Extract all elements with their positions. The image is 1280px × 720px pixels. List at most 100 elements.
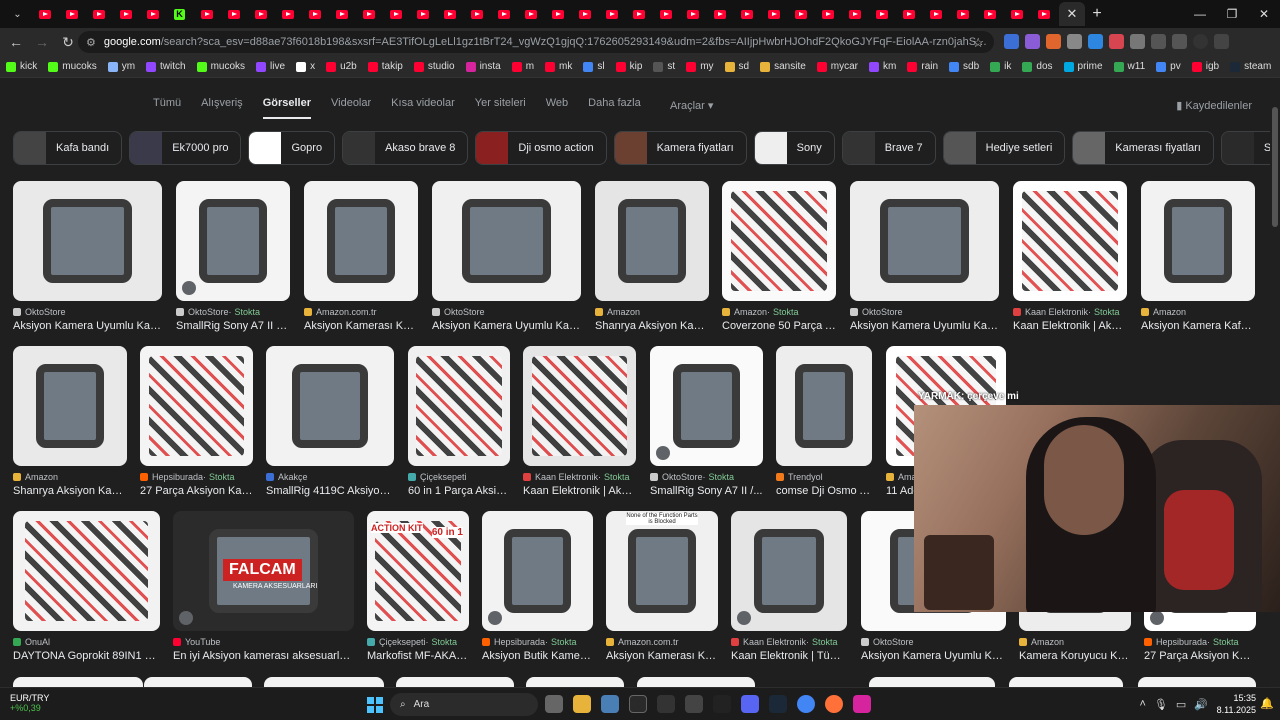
image-result[interactable]: Amazon.com.tr Aksiyon Kamerası Kafe... bbox=[304, 181, 418, 332]
bookmark-item[interactable]: studio bbox=[413, 61, 455, 72]
result-source[interactable]: Kaan Elektronik · Stokta bbox=[731, 637, 847, 647]
result-source[interactable]: Trendyol bbox=[776, 472, 872, 482]
extension-icon[interactable] bbox=[1109, 34, 1124, 49]
search-tab[interactable]: Yer siteleri bbox=[475, 97, 526, 119]
tab-youtube[interactable] bbox=[355, 0, 382, 28]
bookmark-item[interactable]: sdb bbox=[949, 61, 979, 72]
volume-icon[interactable]: 🔊 bbox=[1194, 698, 1208, 711]
result-title[interactable]: DAYTONA Goprokit 89IN1 Pro... bbox=[13, 650, 160, 662]
image-result[interactable]: None of the Function Parts is Blocked Ama… bbox=[606, 511, 718, 662]
back-button[interactable]: ← bbox=[4, 34, 28, 50]
result-thumbnail[interactable] bbox=[869, 677, 995, 687]
minimize-icon[interactable]: — bbox=[1184, 0, 1216, 28]
site-info-icon[interactable]: ⚙ bbox=[86, 36, 96, 49]
result-source[interactable]: YouTube bbox=[173, 637, 354, 647]
result-thumbnail[interactable] bbox=[650, 346, 763, 466]
bookmark-item[interactable]: mucoks bbox=[196, 61, 245, 72]
result-source[interactable]: Çiçeksepeti · Stokta bbox=[367, 637, 469, 647]
result-source[interactable]: Amazon bbox=[1141, 307, 1255, 317]
tab-youtube[interactable] bbox=[382, 0, 409, 28]
result-thumbnail[interactable] bbox=[266, 346, 394, 466]
tab-youtube[interactable] bbox=[841, 0, 868, 28]
bookmark-item[interactable]: my bbox=[686, 61, 714, 72]
close-icon[interactable]: ✕ bbox=[1248, 0, 1280, 28]
related-chip[interactable]: Kafa bandı bbox=[13, 131, 123, 165]
result-title[interactable]: Coverzone 50 Parça A... bbox=[722, 320, 836, 332]
result-source[interactable]: OktoStore bbox=[432, 307, 581, 317]
network-icon[interactable]: ▭ bbox=[1176, 698, 1186, 711]
image-result[interactable]: Çiçeksepeti 60 in 1 Parça Aksiyo... bbox=[408, 346, 510, 497]
image-result[interactable]: Amazon Aksiyon Kamera Kafesi... bbox=[1141, 181, 1255, 332]
result-title[interactable]: Aksiyon Kamerası Kafe... bbox=[304, 320, 418, 332]
image-result[interactable]: Kaan Elektronik · Stokta Kaan Elektronik … bbox=[731, 511, 847, 662]
result-thumbnail[interactable] bbox=[850, 181, 999, 301]
related-chip[interactable]: Kamera fiyatları bbox=[613, 131, 747, 165]
image-result[interactable]: OnuAl DAYTONA Goprokit 89IN1 Pro... bbox=[13, 511, 160, 662]
bookmark-item[interactable]: sd bbox=[724, 61, 749, 72]
search-tab[interactable]: Videolar bbox=[331, 97, 371, 119]
result-source[interactable]: Amazon · Stokta bbox=[722, 307, 836, 317]
bookmark-item[interactable]: ik bbox=[990, 61, 1011, 72]
result-source[interactable]: Amazon bbox=[595, 307, 709, 317]
result-thumbnail[interactable] bbox=[523, 346, 636, 466]
tab-youtube[interactable] bbox=[436, 0, 463, 28]
notification-bell-icon[interactable]: 🔔 bbox=[1260, 697, 1274, 710]
result-source[interactable]: OktoStore bbox=[861, 637, 1006, 647]
search-tab[interactable]: Kısa videolar bbox=[391, 97, 455, 119]
result-thumbnail[interactable] bbox=[432, 181, 581, 301]
result-title[interactable]: Aksiyon Kamera Uyumlu Kafes... bbox=[850, 320, 999, 332]
tab-youtube[interactable] bbox=[571, 0, 598, 28]
obs-icon[interactable] bbox=[629, 695, 647, 713]
result-title[interactable]: Aksiyon Kamera Uyumlu Kafes... bbox=[432, 320, 581, 332]
tab-youtube[interactable] bbox=[328, 0, 355, 28]
result-source[interactable]: Akakçe bbox=[266, 472, 394, 482]
result-title[interactable]: 27 Parça Aksiyon Kam... bbox=[1144, 650, 1256, 662]
tab-youtube[interactable] bbox=[247, 0, 274, 28]
bookmark-item[interactable]: sansite bbox=[760, 61, 806, 72]
image-result[interactable]: Amazon Shanrya Aksiyon Kame... bbox=[595, 181, 709, 332]
tab-youtube[interactable] bbox=[787, 0, 814, 28]
related-chip[interactable]: Ek7000 pro bbox=[129, 131, 242, 165]
settings-icon[interactable] bbox=[601, 695, 619, 713]
image-result[interactable]: OktoStore Aksiyon Kamera Uyumlu Kafes... bbox=[850, 181, 999, 332]
result-source[interactable]: OktoStore bbox=[850, 307, 999, 317]
tab-youtube[interactable] bbox=[31, 0, 58, 28]
bookmark-item[interactable]: ym bbox=[107, 61, 135, 72]
tab-youtube[interactable] bbox=[1003, 0, 1030, 28]
bookmark-item[interactable]: m bbox=[511, 61, 534, 72]
chrome-icon[interactable] bbox=[797, 695, 815, 713]
result-source[interactable]: Hepsiburada · Stokta bbox=[1144, 637, 1256, 647]
result-title[interactable]: Shanrya Aksiyon Kam... bbox=[13, 485, 127, 497]
bookmark-item[interactable]: mk bbox=[545, 61, 572, 72]
steam-icon[interactable] bbox=[769, 695, 787, 713]
image-result[interactable]: OktoStore Aksiyon Kamera Uyumlu Kafes... bbox=[432, 181, 581, 332]
result-title[interactable]: comse Dji Osmo A... bbox=[776, 485, 872, 497]
image-result[interactable]: ACTION KIT 60 in 1 Çiçeksepeti · Stokta Mar… bbox=[367, 511, 469, 662]
search-tab[interactable]: Alışveriş bbox=[201, 97, 243, 119]
result-thumbnail[interactable] bbox=[13, 511, 160, 631]
windows-start-icon[interactable] bbox=[367, 697, 383, 713]
bookmark-item[interactable]: st bbox=[653, 61, 675, 72]
search-tab[interactable]: Web bbox=[546, 97, 568, 119]
maximize-icon[interactable]: ❐ bbox=[1216, 0, 1248, 28]
image-result[interactable]: OktoStore · Stokta SmallRig Sony A7 II / … bbox=[176, 181, 290, 332]
tab-youtube[interactable] bbox=[409, 0, 436, 28]
bookmark-item[interactable]: takip bbox=[367, 61, 403, 72]
result-source[interactable]: OnuAl bbox=[13, 637, 160, 647]
result-source[interactable]: OktoStore · Stokta bbox=[176, 307, 290, 317]
tab-youtube[interactable] bbox=[139, 0, 166, 28]
result-title[interactable]: Aksiyon Butik Kamera... bbox=[482, 650, 593, 662]
bookmark-item[interactable]: w11 bbox=[1113, 61, 1145, 72]
result-source[interactable]: Amazon.com.tr bbox=[304, 307, 418, 317]
related-chip[interactable]: Dji osmo action bbox=[475, 131, 607, 165]
bookmark-item[interactable]: igb bbox=[1191, 61, 1219, 72]
result-title[interactable]: Kaan Elektronik | Aksiy... bbox=[523, 485, 636, 497]
search-tab[interactable]: Görseller bbox=[262, 97, 311, 119]
clock[interactable]: 15:35 8.11.2025 bbox=[1217, 692, 1256, 716]
discord-icon[interactable] bbox=[741, 695, 759, 713]
bookmark-item[interactable]: kip bbox=[615, 61, 642, 72]
taskbar-search[interactable]: ⌕ Ara bbox=[390, 693, 538, 716]
image-result[interactable]: Hepsiburada · Stokta 27 Parça Aksiyon Kam… bbox=[140, 346, 253, 497]
instagram-icon[interactable] bbox=[853, 695, 871, 713]
search-tab[interactable]: Tümü bbox=[153, 97, 181, 119]
